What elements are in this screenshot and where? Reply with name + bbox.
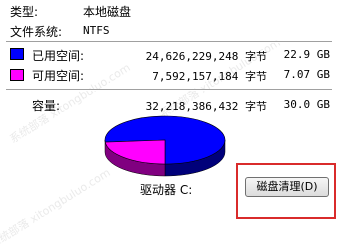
used-space-label: 已用空间: xyxy=(32,49,85,63)
used-space-bytes: 24,626,229,248 字节 xyxy=(145,50,267,63)
used-space-size: 22.9 GB xyxy=(283,48,330,61)
free-color-swatch xyxy=(10,69,24,81)
filesystem-value: NTFS xyxy=(83,24,110,37)
used-color-swatch xyxy=(10,48,24,60)
separator xyxy=(6,41,332,43)
capacity-label: 容量: xyxy=(32,99,61,113)
capacity-size: 30.0 GB xyxy=(283,98,330,111)
free-space-label: 可用空间: xyxy=(32,69,85,83)
separator xyxy=(6,89,332,91)
type-value: 本地磁盘 xyxy=(83,5,132,19)
watermark: 系统部落 xitongbuluo.com xyxy=(0,165,113,251)
pie-slice-used xyxy=(104,115,226,165)
type-label: 类型: xyxy=(10,5,39,19)
pie-slice-free xyxy=(104,139,166,165)
pie-side-used xyxy=(164,139,226,177)
highlight-box xyxy=(236,163,336,219)
filesystem-label: 文件系统: xyxy=(10,25,63,39)
drive-label: 驱动器 C: xyxy=(140,183,193,197)
pie-side-free xyxy=(104,139,166,177)
free-space-bytes: 7,592,157,184 字节 xyxy=(152,70,267,83)
free-space-size: 7.07 GB xyxy=(283,68,330,81)
capacity-bytes: 32,218,386,432 字节 xyxy=(145,100,267,113)
